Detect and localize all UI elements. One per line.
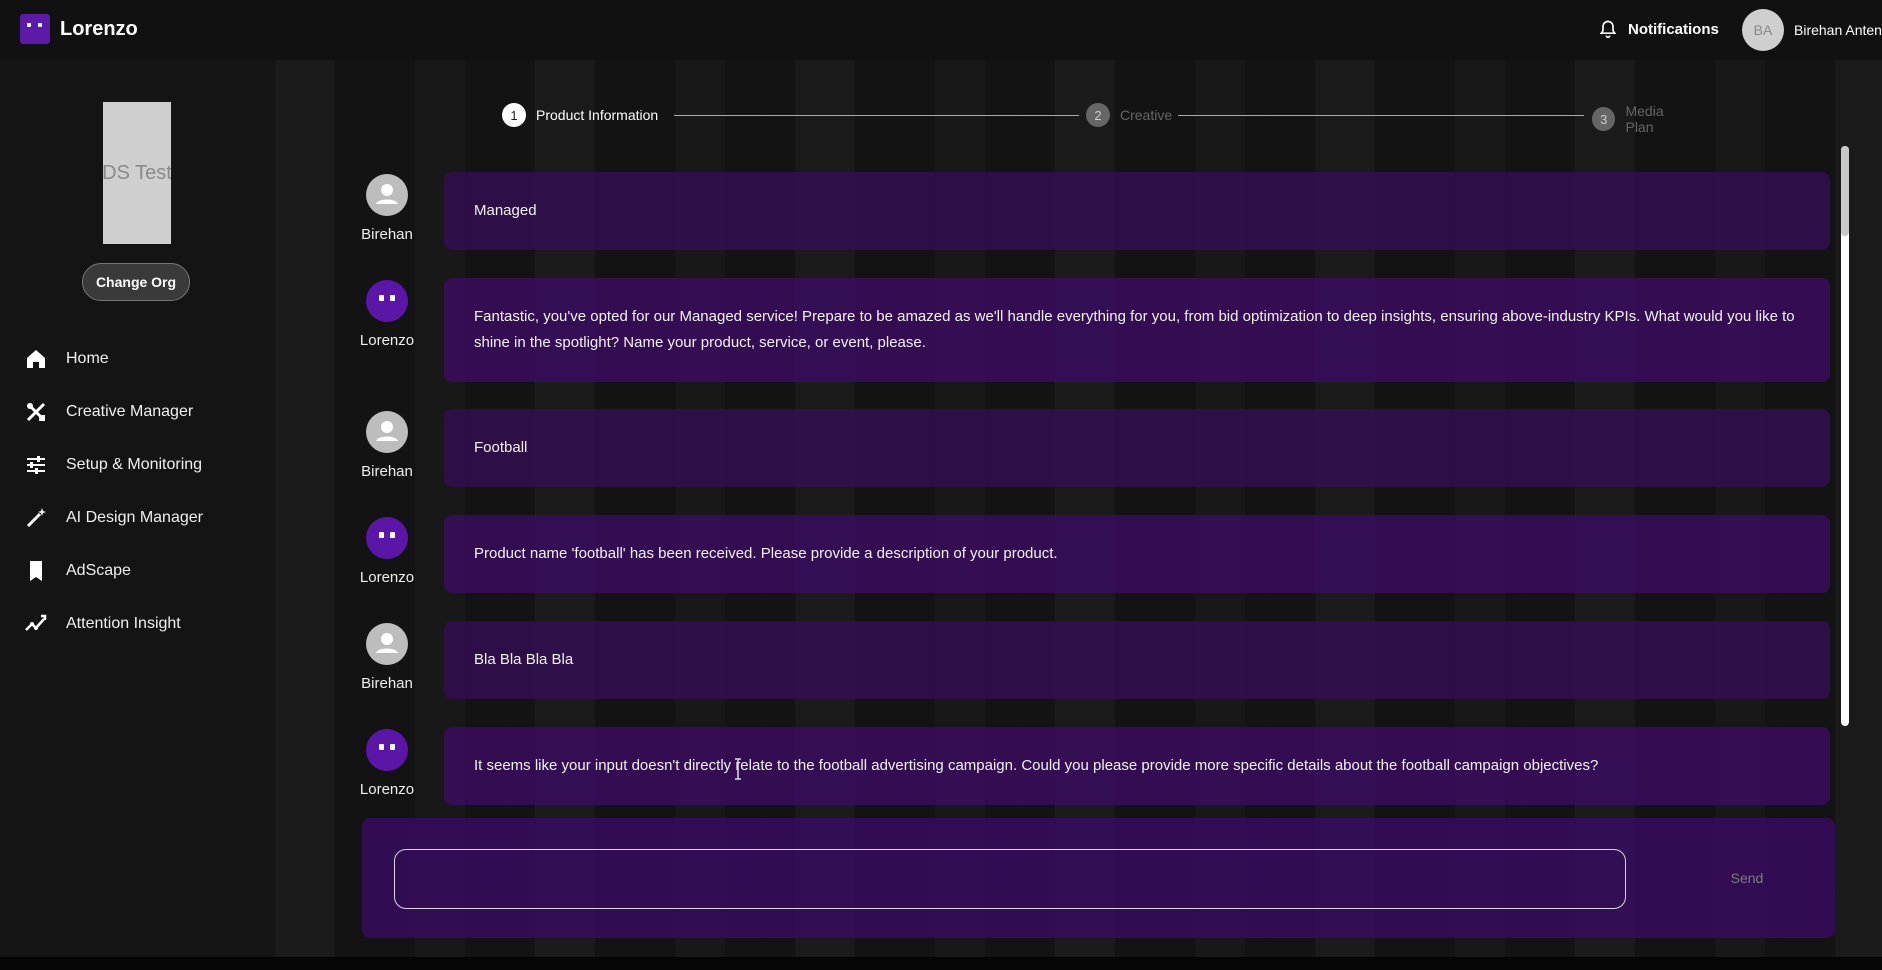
sidebar-item-attention-insight[interactable]: Attention Insight: [24, 597, 203, 650]
author-name: Lorenzo: [359, 569, 415, 586]
message-bubble: Managed: [444, 172, 1830, 250]
logo-icon: [20, 14, 50, 44]
message-bubble: It seems like your input doesn't directl…: [444, 727, 1830, 805]
home-icon: [27, 349, 45, 368]
sliders-icon: [27, 455, 45, 474]
sidebar-item-adscape[interactable]: AdScape: [24, 544, 203, 597]
user-avatar-icon: [366, 411, 408, 453]
scrollbar-thumb[interactable]: [1841, 146, 1849, 236]
message-author: Birehan: [355, 174, 419, 243]
sidebar-item-label: AI Design Manager: [66, 508, 203, 526]
step-connector: [1178, 115, 1584, 116]
step-number: 2: [1086, 103, 1110, 127]
app-logo[interactable]: Lorenzo: [20, 14, 138, 44]
send-button[interactable]: Send: [1707, 861, 1787, 895]
avatar: BA: [1742, 9, 1784, 51]
sidebar-item-setup-monitoring[interactable]: Setup & Monitoring: [24, 438, 203, 491]
user-avatar-icon: [366, 623, 408, 665]
bottom-strip: [0, 957, 1882, 970]
step-number: 1: [502, 103, 526, 127]
author-name: Birehan: [361, 463, 413, 480]
author-name: Birehan: [361, 226, 413, 243]
step-media-plan[interactable]: 3 Media Plan: [1592, 103, 1694, 135]
message-author: Lorenzo: [355, 517, 419, 586]
sidebar-item-label: Creative Manager: [66, 402, 194, 420]
message-author: Birehan: [355, 623, 419, 692]
notifications-label: Notifications: [1628, 20, 1719, 38]
author-name: Birehan: [361, 675, 413, 692]
step-label: Product Information: [536, 107, 659, 123]
bell-icon: [1599, 20, 1617, 39]
step-product-information[interactable]: 1 Product Information: [502, 103, 658, 127]
message-bubble: Product name 'football' has been receive…: [444, 515, 1830, 593]
message-bubble: Football: [444, 409, 1830, 487]
message-bubble: Fantastic, you've opted for our Managed …: [444, 278, 1830, 382]
text-cursor-icon: [735, 758, 741, 780]
user-avatar-icon: [366, 174, 408, 216]
sidebar-nav: Home Creative Manager Setup & Monitoring…: [24, 332, 203, 650]
lorenzo-avatar-icon: [366, 729, 408, 771]
bookmark-icon: [30, 560, 42, 581]
step-number: 3: [1592, 107, 1616, 131]
lorenzo-avatar-icon: [366, 517, 408, 559]
message-input[interactable]: [394, 849, 1626, 909]
magic-wand-icon: [26, 507, 46, 527]
lorenzo-avatar-icon: [366, 280, 408, 322]
change-org-button[interactable]: Change Org: [82, 263, 190, 301]
step-connector: [674, 115, 1079, 116]
message-author: Lorenzo: [355, 280, 419, 349]
sidebar: DS Test Change Org Home Creative Manager…: [0, 60, 275, 960]
chat-scrollbar[interactable]: [1841, 146, 1849, 726]
step-label: Creative: [1120, 107, 1173, 123]
author-name: Lorenzo: [359, 781, 415, 798]
step-label: Media Plan: [1625, 103, 1664, 135]
sidebar-item-label: Attention Insight: [66, 614, 181, 632]
step-creative[interactable]: 2 Creative: [1086, 103, 1172, 127]
sidebar-item-label: Setup & Monitoring: [66, 455, 203, 473]
notifications-button[interactable]: Notifications: [1598, 18, 1719, 40]
progress-stepper: 1 Product Information 2 Creative 3 Media…: [502, 103, 1694, 135]
author-name: Lorenzo: [359, 332, 415, 349]
app-name: Lorenzo: [60, 17, 138, 40]
user-name: Birehan Antene: [1794, 22, 1882, 38]
sidebar-item-ai-design-manager[interactable]: AI Design Manager: [24, 491, 203, 544]
sidebar-item-home[interactable]: Home: [24, 332, 203, 385]
top-bar: Lorenzo Notifications BA Birehan Antene: [0, 0, 1882, 60]
org-logo: DS Test: [103, 102, 171, 244]
message-author: Lorenzo: [355, 729, 419, 798]
message-bubble: Bla Bla Bla Bla: [444, 621, 1830, 699]
composer-panel: Send: [362, 818, 1835, 938]
sidebar-item-label: Home: [66, 349, 109, 367]
user-menu[interactable]: BA Birehan Antene: [1742, 9, 1882, 51]
tools-icon: [26, 402, 46, 421]
message-author: Birehan: [355, 411, 419, 480]
sidebar-item-label: AdScape: [66, 561, 131, 579]
sidebar-item-creative-manager[interactable]: Creative Manager: [24, 385, 203, 438]
trend-icon: [25, 614, 47, 631]
